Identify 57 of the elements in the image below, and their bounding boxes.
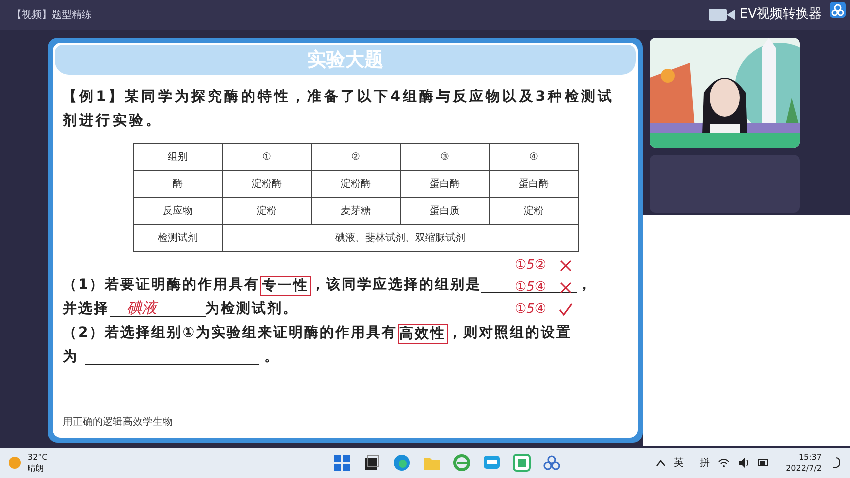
input-language[interactable]: 英 — [674, 456, 684, 470]
input-mode[interactable]: 拼 — [700, 456, 710, 470]
slide-footer: 用正确的逻辑高效学生物 — [63, 415, 173, 430]
handwritten-note: ①5④ — [515, 300, 547, 319]
handwritten-note: ①5④ — [515, 278, 547, 297]
question-text: ，该同学应选择的组别是 — [310, 276, 482, 295]
chat-icon[interactable] — [483, 454, 501, 472]
table-cell: ④ — [490, 144, 578, 170]
table-cell: 淀粉 — [222, 198, 312, 224]
table-cell: ② — [312, 144, 400, 170]
watermark-label: EV视频转换器 — [740, 6, 822, 24]
table-cell: 淀粉酶 — [222, 170, 312, 198]
question-text: （2）若选择组别①为实验组来证明酶的作用具有 — [63, 324, 398, 343]
table-cell: ① — [222, 144, 312, 170]
volume-icon[interactable] — [738, 458, 750, 468]
wifi-icon[interactable] — [718, 458, 730, 468]
check-mark-icon — [558, 302, 573, 316]
table-cell: 蛋白酶 — [400, 170, 490, 198]
start-icon[interactable] — [333, 454, 351, 472]
chevron-up-icon[interactable] — [656, 459, 666, 467]
window-title: 【视频】题型精练 — [12, 8, 92, 22]
question-text: 。 — [264, 348, 280, 367]
camera-icon — [708, 7, 736, 23]
question-text: 为 — [63, 348, 78, 367]
clock-date[interactable]: 2022/7/2 — [786, 463, 822, 474]
battery-icon[interactable] — [758, 458, 770, 468]
table-row-header: 酶 — [134, 170, 222, 198]
table-cell: 蛋白质 — [400, 198, 490, 224]
question-text: ， — [577, 276, 593, 295]
question-intro: 【例1】某同学为探究酶的特性，准备了以下4组酶与反应物以及3种检测试剂进行实验。 — [63, 88, 616, 131]
question-text: 并选择 — [63, 300, 110, 319]
clock-time[interactable]: 15:37 — [798, 452, 822, 463]
table-cell: 淀粉酶 — [312, 170, 400, 198]
question-text: （1）若要证明酶的作用具有 — [63, 276, 260, 295]
table-cell: ③ — [400, 144, 490, 170]
weather-label: 晴朗 — [28, 463, 45, 474]
table-cell: 蛋白酶 — [490, 170, 578, 198]
table-cell: 淀粉 — [490, 198, 578, 224]
table-cell: 碘液、斐林试剂、双缩脲试剂 — [222, 224, 578, 252]
highlighted-term: 专一性 — [260, 276, 311, 296]
table-cell: 麦芽糖 — [312, 198, 400, 224]
slide-banner-title: 实验大题 — [308, 48, 384, 73]
task-view-icon[interactable] — [363, 454, 381, 472]
table-row-header: 反应物 — [134, 198, 222, 224]
cross-mark-icon — [558, 258, 573, 272]
table-row-header: 检测试剂 — [134, 224, 222, 252]
question-text: ，则对照组的设置 — [448, 324, 572, 343]
browser-icon[interactable] — [393, 454, 411, 472]
highlighted-term: 高效性 — [398, 324, 448, 344]
question-text: 为检测试剂。 — [206, 300, 298, 319]
cross-mark-icon — [558, 280, 573, 294]
table-row-header: 组别 — [134, 144, 222, 170]
sun-icon — [8, 456, 22, 470]
temperature-label: 32°C — [28, 452, 48, 463]
handwritten-answer: 碘液 — [127, 298, 157, 319]
app-icon[interactable] — [513, 454, 531, 472]
handwritten-note: ①5② — [515, 256, 547, 275]
